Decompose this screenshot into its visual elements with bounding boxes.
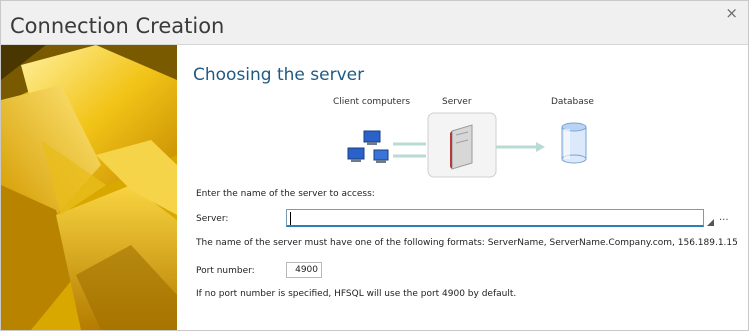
client-computers-icon — [347, 130, 389, 163]
database-label: Database — [551, 97, 594, 107]
server-input[interactable] — [286, 209, 704, 227]
title-bar: Connection Creation × — [1, 1, 748, 45]
client-computers-label: Client computers — [333, 97, 411, 107]
page-heading: Choosing the server — [193, 65, 365, 85]
connection-creation-window: Connection Creation × Choosing the serve… — [0, 0, 749, 331]
port-default-note: If no port number is specified, HFSQL wi… — [196, 289, 517, 299]
golden-cubes-artwork — [1, 45, 177, 330]
content-panel: Choosing the server Client computers Ser… — [178, 45, 748, 330]
architecture-diagram — [347, 112, 587, 178]
database-icon — [561, 122, 587, 164]
port-number-input[interactable]: 4900 — [286, 262, 322, 278]
server-prompt: Enter the name of the server to access: — [196, 189, 375, 199]
port-field-label: Port number: — [196, 266, 255, 276]
resize-grip-icon[interactable] — [707, 219, 714, 226]
server-field-label: Server: — [196, 214, 229, 224]
close-icon[interactable]: × — [725, 4, 738, 22]
server-format-note: The name of the server must have one of … — [196, 238, 738, 248]
server-icon — [427, 112, 497, 178]
window-title: Connection Creation — [10, 14, 225, 38]
sidebar-decoration — [1, 45, 177, 330]
server-label: Server — [442, 97, 472, 107]
browse-button[interactable]: ... — [719, 212, 729, 223]
text-caret — [290, 212, 291, 225]
